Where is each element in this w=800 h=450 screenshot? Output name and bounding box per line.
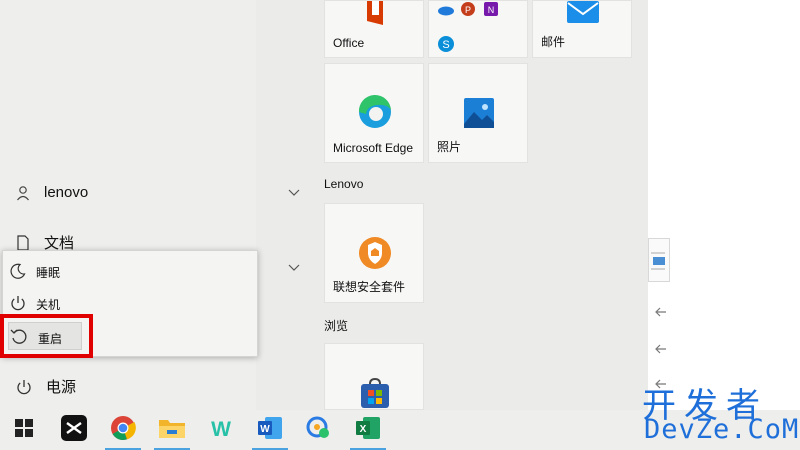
- power-icon: [10, 295, 26, 314]
- sleep-menu-item[interactable]: 睡眠: [10, 263, 60, 282]
- taskbar-word[interactable]: W: [248, 410, 292, 450]
- annotation-highlight-box: [0, 314, 93, 358]
- shutdown-menu-item[interactable]: 关机: [10, 295, 60, 314]
- windows-logo-icon: [15, 418, 33, 442]
- collapse-chevron-icon[interactable]: [288, 184, 300, 202]
- svg-text:S: S: [442, 39, 449, 51]
- office-icon: [363, 1, 389, 32]
- lenovo-security-tile-label: 联想安全套件: [333, 280, 406, 294]
- taskbar-chat-app[interactable]: [297, 410, 341, 450]
- tile-office[interactable]: Office: [324, 0, 424, 58]
- watermark-bottom-text: DevZe.CoM: [644, 414, 800, 445]
- taskbar-wps[interactable]: W: [199, 410, 243, 450]
- lenovo-security-icon: [358, 236, 392, 275]
- wps-icon: W: [208, 417, 234, 444]
- folder-icon: [159, 417, 185, 444]
- chrome-icon: [110, 415, 136, 446]
- edge-tile-label: Microsoft Edge: [333, 141, 414, 155]
- svg-text:P: P: [465, 5, 471, 15]
- mail-tile-label: 邮件: [541, 35, 566, 49]
- back-arrow-icon[interactable]: [655, 304, 667, 320]
- capcut-icon: [61, 414, 87, 446]
- collapse-chevron-icon[interactable]: [288, 259, 300, 277]
- user-account-item[interactable]: lenovo: [16, 184, 88, 201]
- user-name-label: lenovo: [44, 184, 89, 201]
- word-icon: W: [257, 416, 283, 445]
- tile-microsoft-store[interactable]: [324, 343, 424, 410]
- back-arrow-icon[interactable]: [655, 341, 667, 357]
- group-label-browse: 浏览: [324, 319, 349, 333]
- sleep-label: 睡眠: [36, 266, 61, 280]
- photos-tile-label: 照片: [437, 140, 462, 154]
- power-icon: [16, 379, 32, 395]
- onenote-icon: N: [483, 1, 499, 22]
- window-thumbnail: [648, 238, 670, 282]
- user-icon: [16, 185, 30, 201]
- excel-icon: X: [355, 416, 381, 445]
- taskbar-capcut[interactable]: [52, 410, 96, 450]
- taskbar-file-explorer[interactable]: [150, 410, 194, 450]
- chat-bubble-icon: [306, 416, 332, 445]
- tile-mail[interactable]: 邮件: [532, 0, 632, 58]
- start-menu-tiles-pane: [256, 0, 648, 410]
- shutdown-label: 关机: [36, 298, 61, 312]
- moon-icon: [10, 263, 26, 282]
- svg-text:W: W: [211, 418, 231, 439]
- svg-text:X: X: [360, 424, 367, 435]
- taskbar-excel[interactable]: X: [346, 410, 390, 450]
- skype-icon: S: [437, 35, 455, 58]
- svg-text:N: N: [488, 5, 495, 15]
- windows-start-button[interactable]: [2, 410, 46, 450]
- mail-icon: [567, 1, 599, 30]
- onedrive-icon: [437, 3, 455, 21]
- photos-icon: [464, 98, 494, 133]
- group-label-lenovo: Lenovo: [324, 177, 364, 191]
- tile-photos[interactable]: 照片: [428, 63, 528, 163]
- svg-text:W: W: [260, 424, 270, 435]
- power-item[interactable]: 电源: [16, 376, 76, 397]
- edge-icon: [357, 94, 393, 135]
- office-tile-label: Office: [333, 36, 365, 50]
- background-window: [648, 0, 800, 410]
- tile-microsoft-edge[interactable]: Microsoft Edge: [324, 63, 424, 163]
- taskbar-chrome[interactable]: [101, 410, 145, 450]
- tile-office-apps[interactable]: P N S: [428, 0, 528, 58]
- powerpoint-icon: P: [459, 1, 477, 22]
- document-icon: [16, 234, 30, 251]
- power-label: 电源: [46, 379, 77, 396]
- tile-lenovo-security[interactable]: 联想安全套件: [324, 203, 424, 303]
